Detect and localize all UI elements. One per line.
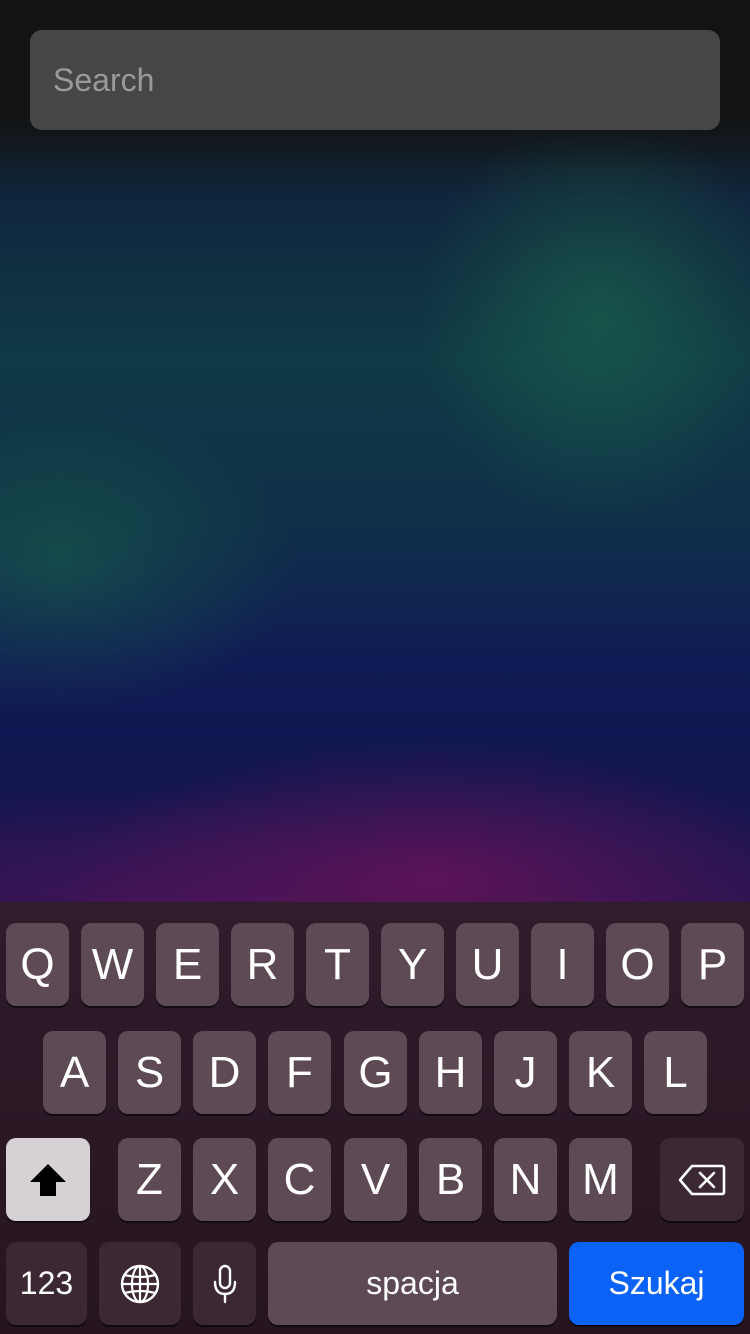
key-q[interactable]: Q — [6, 923, 69, 1006]
key-m[interactable]: M — [569, 1138, 632, 1221]
key-k[interactable]: K — [569, 1031, 632, 1114]
key-i[interactable]: I — [531, 923, 594, 1006]
key-w[interactable]: W — [81, 923, 144, 1006]
delete-key[interactable] — [660, 1138, 744, 1221]
key-e[interactable]: E — [156, 923, 219, 1006]
keyboard: Q W E R T Y U I O P A S D F G H J K L Z … — [0, 902, 750, 1334]
key-u[interactable]: U — [456, 923, 519, 1006]
key-h[interactable]: H — [419, 1031, 482, 1114]
key-a[interactable]: A — [43, 1031, 106, 1114]
key-d[interactable]: D — [193, 1031, 256, 1114]
search-input[interactable] — [51, 29, 720, 131]
globe-key[interactable] — [99, 1242, 181, 1325]
key-z[interactable]: Z — [118, 1138, 181, 1221]
key-o[interactable]: O — [606, 923, 669, 1006]
shift-arrow-icon — [30, 1163, 66, 1196]
search-screen: Q W E R T Y U I O P A S D F G H J K L Z … — [0, 0, 750, 1334]
space-key[interactable]: spacja — [268, 1242, 557, 1325]
key-n[interactable]: N — [494, 1138, 557, 1221]
search-key[interactable]: Szukaj — [569, 1242, 744, 1325]
microphone-icon — [213, 1264, 236, 1303]
search-bar[interactable] — [30, 29, 720, 131]
dictation-key[interactable] — [193, 1242, 256, 1325]
key-x[interactable]: X — [193, 1138, 256, 1221]
key-y[interactable]: Y — [381, 923, 444, 1006]
backspace-icon — [678, 1164, 726, 1195]
key-c[interactable]: C — [268, 1138, 331, 1221]
key-f[interactable]: F — [268, 1031, 331, 1114]
globe-icon — [120, 1264, 160, 1303]
key-r[interactable]: R — [231, 923, 294, 1006]
key-b[interactable]: B — [419, 1138, 482, 1221]
numbers-key[interactable]: 123 — [6, 1242, 87, 1325]
key-l[interactable]: L — [644, 1031, 707, 1114]
key-g[interactable]: G — [344, 1031, 407, 1114]
key-v[interactable]: V — [344, 1138, 407, 1221]
key-t[interactable]: T — [306, 923, 369, 1006]
key-j[interactable]: J — [494, 1031, 557, 1114]
key-s[interactable]: S — [118, 1031, 181, 1114]
key-p[interactable]: P — [681, 923, 744, 1006]
shift-key[interactable] — [6, 1138, 90, 1221]
